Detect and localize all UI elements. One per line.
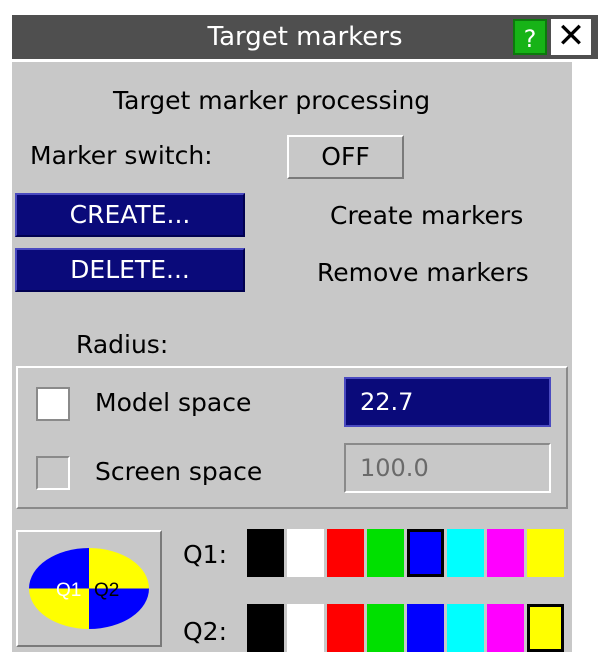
q1-swatch[interactable]: [487, 529, 524, 577]
q2-swatch[interactable]: [287, 604, 324, 652]
quadrant-marker-icon: Q1 Q2: [29, 548, 149, 629]
q2-colour-label: Q2:: [183, 617, 228, 646]
radius-label: Radius:: [76, 330, 169, 359]
delete-description: Remove markers: [317, 258, 529, 287]
help-button[interactable]: ?: [513, 19, 547, 55]
screen-space-label: Screen space: [95, 457, 263, 486]
screen-space-input[interactable]: 100.0: [344, 443, 551, 493]
q2-swatch[interactable]: [447, 604, 484, 652]
q2-swatch[interactable]: [487, 604, 524, 652]
section-heading: Target marker processing: [113, 86, 431, 115]
q2-swatch[interactable]: [407, 604, 444, 652]
marker-switch-button[interactable]: OFF: [287, 135, 404, 179]
q1-colour-label: Q1:: [183, 540, 228, 569]
model-space-input[interactable]: 22.7: [344, 377, 551, 427]
q1-swatch[interactable]: [247, 529, 284, 577]
q1-swatch[interactable]: [287, 529, 324, 577]
q1-swatch[interactable]: [407, 529, 444, 577]
q2-swatch[interactable]: [247, 604, 284, 652]
model-space-checkbox[interactable]: [36, 387, 70, 421]
window-title: Target markers: [207, 22, 403, 52]
create-description: Create markers: [330, 201, 524, 230]
screen-space-checkbox[interactable]: [36, 456, 70, 490]
q1-swatch[interactable]: [527, 529, 564, 577]
q1-swatch[interactable]: [327, 529, 364, 577]
delete-button[interactable]: DELETE...: [15, 248, 245, 292]
marker-switch-label: Marker switch:: [30, 141, 213, 170]
q2-quad-label: Q2: [94, 580, 119, 601]
q2-swatch[interactable]: [367, 604, 404, 652]
target-markers-window: Target markers ? ✕ Target marker process…: [0, 0, 598, 662]
q2-swatch[interactable]: [527, 604, 564, 652]
title-bar[interactable]: Target markers: [12, 15, 598, 59]
q1-quad-label: Q1: [56, 580, 81, 601]
q2-swatch[interactable]: [327, 604, 364, 652]
q1-swatch[interactable]: [367, 529, 404, 577]
q1-swatch[interactable]: [447, 529, 484, 577]
close-icon[interactable]: ✕: [551, 19, 591, 55]
model-space-label: Model space: [95, 388, 252, 417]
create-button[interactable]: CREATE...: [15, 193, 245, 237]
quadrant-colour-button[interactable]: Q1 Q2: [16, 530, 162, 647]
